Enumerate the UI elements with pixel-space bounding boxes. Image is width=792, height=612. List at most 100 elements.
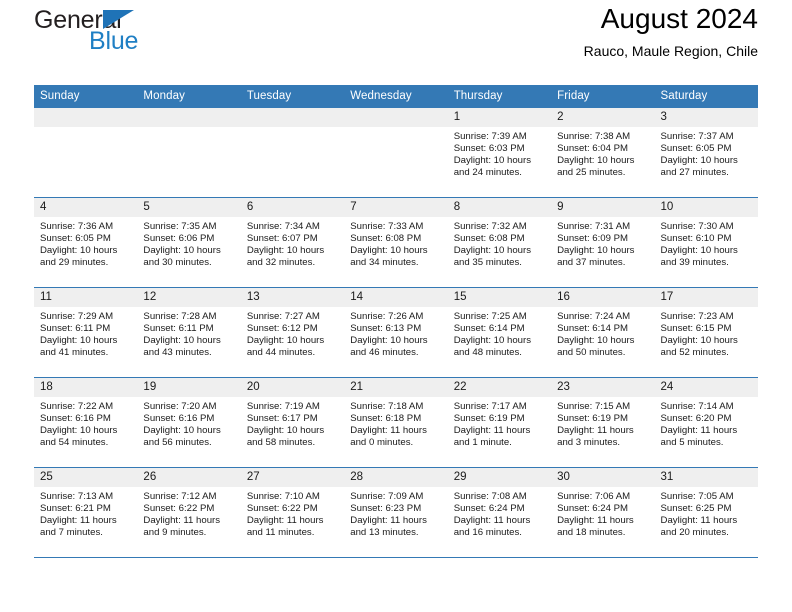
day-details: Sunrise: 7:33 AM Sunset: 6:08 PM Daylight:… [344, 217, 447, 269]
calendar-day-cell[interactable]: 18 Sunrise: 7:22 AM Sunset: 6:16 PM Dayligh… [34, 377, 138, 468]
daylight-duration: Daylight: 10 hours [557, 155, 635, 167]
calendar-day-cell[interactable]: 5 Sunrise: 7:35 AM Sunset: 6:06 PM Daylight… [137, 197, 241, 288]
calendar-day-cell[interactable]: 25 Sunrise: 7:13 AM Sunset: 6:21 PM Dayligh… [34, 467, 138, 558]
day-cell-inner [34, 108, 138, 197]
daylight-duration: Daylight: 10 hours [246, 335, 325, 347]
calendar-day-cell[interactable]: 26 Sunrise: 7:12 AM Sunset: 6:22 PM Dayligh… [137, 467, 241, 558]
day-details: Sunrise: 7:37 AM Sunset: 6:05 PM Daylight:… [655, 127, 758, 179]
daylight-duration: Daylight: 11 hours [40, 515, 117, 527]
day-details: Sunrise: 7:22 AM Sunset: 6:16 PM Daylight:… [34, 397, 137, 449]
sunrise-time: Sunrise: 7:24 AM [557, 311, 631, 322]
calendar-day-cell[interactable]: 29 Sunrise: 7:08 AM Sunset: 6:24 PM Dayligh… [447, 467, 552, 558]
daylight-duration: Daylight: 10 hours [246, 245, 325, 257]
calendar-day-cell[interactable]: 24 Sunrise: 7:14 AM Sunset: 6:20 PM Dayligh… [654, 377, 758, 468]
calendar-day-cell[interactable]: 30 Sunrise: 7:06 AM Sunset: 6:24 PM Dayligh… [551, 467, 655, 558]
sunrise-time: Sunrise: 7:05 AM [660, 491, 734, 502]
day-details: Sunrise: 7:34 AM Sunset: 6:07 PM Daylight:… [241, 217, 344, 269]
daylight-duration-cont: and 25 minutes. [557, 167, 626, 179]
daylight-duration: Daylight: 10 hours [557, 335, 635, 347]
sunset-time: Sunset: 6:22 PM [246, 503, 318, 515]
calendar-day-cell[interactable]: 19 Sunrise: 7:20 AM Sunset: 6:16 PM Dayligh… [137, 377, 241, 468]
sunset-time: Sunset: 6:15 PM [660, 323, 732, 335]
day-number: 31 [654, 468, 758, 487]
calendar-day-cell[interactable]: 17 Sunrise: 7:23 AM Sunset: 6:15 PM Dayligh… [654, 287, 758, 378]
sunset-time: Sunset: 6:14 PM [557, 323, 629, 335]
calendar-week-row: 18 Sunrise: 7:22 AM Sunset: 6:16 PM Dayligh… [34, 377, 758, 468]
calendar-day-cell[interactable]: 16 Sunrise: 7:24 AM Sunset: 6:14 PM Dayligh… [551, 287, 655, 378]
daylight-duration: Daylight: 10 hours [453, 155, 532, 167]
calendar-day-cell[interactable]: 28 Sunrise: 7:09 AM Sunset: 6:23 PM Dayligh… [344, 467, 448, 558]
calendar-day-cell[interactable]: 14 Sunrise: 7:26 AM Sunset: 6:13 PM Dayligh… [344, 287, 448, 378]
day-details: Sunrise: 7:20 AM Sunset: 6:16 PM Daylight:… [137, 397, 240, 449]
day-cell-inner: 10 Sunrise: 7:30 AM Sunset: 6:10 PM Dayligh… [654, 198, 758, 287]
calendar-page: General Blue August 2024 Rauco, Maule Re… [0, 0, 792, 612]
day-number: 10 [654, 198, 758, 217]
day-cell-inner: 22 Sunrise: 7:17 AM Sunset: 6:19 PM Dayligh… [447, 378, 552, 467]
calendar-day-cell[interactable]: 2 Sunrise: 7:38 AM Sunset: 6:04 PM Daylight… [551, 108, 655, 198]
day-details: Sunrise: 7:15 AM Sunset: 6:19 PM Daylight:… [551, 397, 654, 449]
day-number: 18 [34, 378, 138, 397]
calendar-day-cell[interactable]: 12 Sunrise: 7:28 AM Sunset: 6:11 PM Dayligh… [137, 287, 241, 378]
calendar-day-cell[interactable]: 13 Sunrise: 7:27 AM Sunset: 6:12 PM Dayligh… [240, 287, 345, 378]
calendar-day-cell[interactable]: 6 Sunrise: 7:34 AM Sunset: 6:07 PM Daylight… [240, 197, 345, 288]
day-details: Sunrise: 7:38 AM Sunset: 6:04 PM Daylight:… [551, 127, 654, 179]
daylight-duration-cont: and 35 minutes. [453, 257, 522, 269]
daylight-duration-cont: and 29 minutes. [40, 257, 109, 269]
calendar-week-row: 11 Sunrise: 7:29 AM Sunset: 6:11 PM Dayligh… [34, 287, 758, 378]
daylight-duration-cont: and 13 minutes. [350, 527, 419, 539]
calendar-day-cell[interactable]: 23 Sunrise: 7:15 AM Sunset: 6:19 PM Dayligh… [551, 377, 655, 468]
daylight-duration-cont: and 54 minutes. [40, 437, 109, 449]
day-details: Sunrise: 7:14 AM Sunset: 6:20 PM Daylight:… [655, 397, 758, 449]
day-cell-inner: 19 Sunrise: 7:20 AM Sunset: 6:16 PM Dayligh… [137, 378, 241, 467]
calendar-day-cell[interactable]: 21 Sunrise: 7:18 AM Sunset: 6:18 PM Dayligh… [344, 377, 448, 468]
day-number [344, 108, 448, 127]
day-number: 22 [447, 378, 552, 397]
calendar-day-cell[interactable]: 10 Sunrise: 7:30 AM Sunset: 6:10 PM Dayligh… [654, 197, 758, 288]
calendar-day-cell[interactable]: 7 Sunrise: 7:33 AM Sunset: 6:08 PM Daylight… [344, 197, 448, 288]
calendar-header-row: Sunday Monday Tuesday Wednesday Thursday… [34, 85, 758, 108]
daylight-duration: Daylight: 10 hours [660, 245, 738, 257]
day-number: 9 [551, 198, 655, 217]
daylight-duration-cont: and 16 minutes. [453, 527, 522, 539]
daylight-duration-cont: and 24 minutes. [453, 167, 522, 179]
daylight-duration-cont: and 48 minutes. [453, 347, 522, 359]
day-number: 28 [344, 468, 448, 487]
day-number: 25 [34, 468, 138, 487]
daylight-duration-cont: and 3 minutes. [557, 437, 621, 449]
daylight-duration: Daylight: 10 hours [660, 155, 738, 167]
calendar-day-cell[interactable]: 15 Sunrise: 7:25 AM Sunset: 6:14 PM Dayligh… [447, 287, 552, 378]
calendar-day-cell[interactable]: 8 Sunrise: 7:32 AM Sunset: 6:08 PM Daylight… [447, 197, 552, 288]
day-cell-inner: 1 Sunrise: 7:39 AM Sunset: 6:03 PM Daylight… [447, 108, 552, 197]
sunset-time: Sunset: 6:10 PM [660, 233, 732, 245]
day-number: 8 [447, 198, 552, 217]
sunset-time: Sunset: 6:13 PM [350, 323, 422, 335]
daylight-duration-cont: and 39 minutes. [660, 257, 729, 269]
sunrise-time: Sunrise: 7:22 AM [40, 401, 114, 412]
generalblue-logo[interactable]: General Blue [34, 6, 244, 62]
weekday-header-tuesday: Tuesday [240, 85, 345, 108]
day-details: Sunrise: 7:36 AM Sunset: 6:05 PM Daylight:… [34, 217, 137, 269]
day-details: Sunrise: 7:29 AM Sunset: 6:11 PM Daylight:… [34, 307, 137, 359]
calendar-day-cell[interactable]: 27 Sunrise: 7:10 AM Sunset: 6:22 PM Dayligh… [240, 467, 345, 558]
calendar-day-cell[interactable]: 20 Sunrise: 7:19 AM Sunset: 6:17 PM Dayligh… [240, 377, 345, 468]
day-cell-inner [240, 108, 345, 197]
sunrise-time: Sunrise: 7:30 AM [660, 221, 734, 232]
day-number [34, 108, 138, 127]
calendar-day-cell[interactable]: 22 Sunrise: 7:17 AM Sunset: 6:19 PM Dayligh… [447, 377, 552, 468]
sunrise-time: Sunrise: 7:14 AM [660, 401, 734, 412]
sunrise-time: Sunrise: 7:27 AM [246, 311, 320, 322]
calendar-day-cell[interactable]: 1 Sunrise: 7:39 AM Sunset: 6:03 PM Daylight… [447, 108, 552, 198]
sunrise-time: Sunrise: 7:10 AM [246, 491, 320, 502]
day-number: 11 [34, 288, 138, 307]
calendar-day-cell[interactable]: 4 Sunrise: 7:36 AM Sunset: 6:05 PM Daylight… [34, 197, 138, 288]
calendar-day-cell[interactable]: 11 Sunrise: 7:29 AM Sunset: 6:11 PM Dayligh… [34, 287, 138, 378]
sunrise-time: Sunrise: 7:28 AM [143, 311, 217, 322]
calendar-day-cell[interactable]: 9 Sunrise: 7:31 AM Sunset: 6:09 PM Daylight… [551, 197, 655, 288]
calendar-day-cell[interactable]: 31 Sunrise: 7:05 AM Sunset: 6:25 PM Dayligh… [654, 467, 758, 558]
calendar-day-cell[interactable]: 3 Sunrise: 7:37 AM Sunset: 6:05 PM Daylight… [654, 108, 758, 198]
sunset-time: Sunset: 6:16 PM [40, 413, 111, 425]
day-details: Sunrise: 7:32 AM Sunset: 6:08 PM Daylight:… [448, 217, 551, 269]
sunrise-time: Sunrise: 7:34 AM [246, 221, 320, 232]
day-details: Sunrise: 7:25 AM Sunset: 6:14 PM Daylight:… [448, 307, 551, 359]
day-number: 30 [551, 468, 655, 487]
